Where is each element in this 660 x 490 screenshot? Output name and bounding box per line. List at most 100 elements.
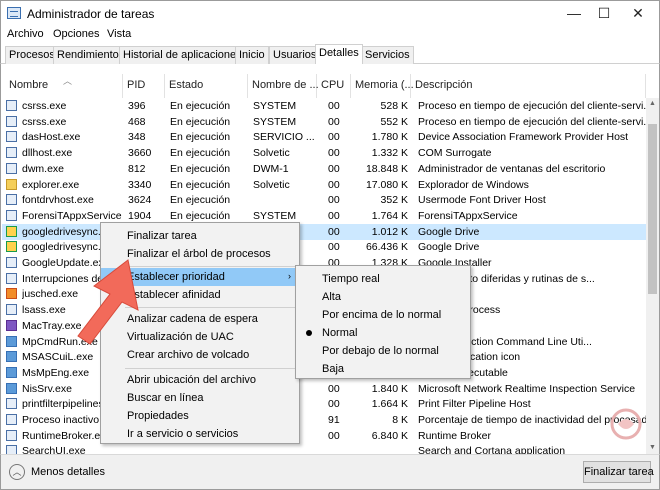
cell-user: SYSTEM xyxy=(253,100,297,112)
cell-pid: 812 xyxy=(128,162,146,175)
priority-submenu: Tiempo real Alta Por encima de lo normal… xyxy=(295,265,471,379)
scroll-up-icon[interactable]: ▲ xyxy=(646,98,659,110)
title-bar: Administrador de tareas — ☐ ✕ xyxy=(0,0,660,26)
process-icon xyxy=(6,304,17,316)
cell-mem: 17.080 K xyxy=(365,178,408,191)
cell-desc: COM Surrogate xyxy=(418,147,492,160)
process-icon xyxy=(6,335,17,347)
column-label: Memoria (... xyxy=(355,79,414,91)
cell-name: csrss.exe xyxy=(22,100,67,112)
process-icon xyxy=(6,241,17,253)
table-row[interactable]: csrss.exe 396 En ejecución SYSTEM 00 528 K Pro… xyxy=(2,98,647,114)
cell-desc: ForensiTAppxService xyxy=(418,209,518,222)
table-row[interactable]: csrss.exe 468 En ejecución SYSTEM 00 552 K Pro… xyxy=(2,114,647,130)
tab-inicio[interactable]: Inicio xyxy=(235,46,269,64)
menu-item-crear-volcado[interactable]: Crear archivo de volcado xyxy=(101,346,299,364)
table-row[interactable]: printfilterpipelines 00 1.664 K Print Filte… xyxy=(2,396,647,412)
tab-servicios[interactable]: Servicios xyxy=(361,46,414,64)
cell-cpu: 00 xyxy=(328,398,340,411)
cell-user: Solvetic xyxy=(253,147,290,160)
priority-alta[interactable]: Alta xyxy=(296,288,470,306)
cell-mem: 1.332 K xyxy=(371,147,408,160)
priority-normal[interactable]: Normal xyxy=(296,324,470,342)
priority-tiempo-real[interactable]: Tiempo real xyxy=(296,270,470,288)
tab-detalles[interactable]: Detalles xyxy=(315,44,363,64)
maximize-button[interactable]: ☐ xyxy=(589,3,619,23)
menu-item-buscar-linea[interactable]: Buscar en línea xyxy=(101,389,299,407)
process-icon xyxy=(6,429,17,441)
process-icon xyxy=(6,414,17,425)
table-row[interactable]: Proceso inactivo c 91 8 K Porcentaje de tie… xyxy=(2,412,647,428)
cell-cpu: 00 xyxy=(328,178,340,191)
cell-mem: 1.012 K xyxy=(371,225,408,238)
menu-bar: Archivo Opciones Vista xyxy=(0,26,660,44)
column-descripcion[interactable]: Descripción xyxy=(411,74,646,98)
vertical-scrollbar[interactable]: ▲ ▼ xyxy=(646,98,659,454)
logo-watermark-icon xyxy=(610,408,642,440)
tab-procesos[interactable]: Procesos xyxy=(5,46,59,64)
tab-rendimiento[interactable]: Rendimiento xyxy=(53,46,123,64)
process-icon xyxy=(6,319,17,331)
cell-user: SYSTEM xyxy=(253,209,297,222)
submenu-arrow-icon: › xyxy=(288,271,291,281)
table-row[interactable]: dwm.exe 812 En ejecución DWM-1 00 18.848 K Adm… xyxy=(2,161,647,177)
cell-desc: Proceso en tiempo de ejecución del clien… xyxy=(418,115,646,128)
table-row[interactable]: googledrivesync.e... 00 66.436 K Google Dri… xyxy=(2,239,647,255)
less-details-link[interactable]: Menos detalles xyxy=(31,466,105,478)
column-label: Estado xyxy=(169,79,204,91)
priority-baja[interactable]: Baja xyxy=(296,360,470,378)
cell-cpu: 00 xyxy=(328,241,340,254)
column-nombre[interactable]: ︿ Nombre xyxy=(5,74,123,98)
table-row[interactable]: explorer.exe 3340 En ejecución Solvetic 00 17… xyxy=(2,177,647,193)
cell-pid: 3340 xyxy=(128,178,152,191)
cell-cpu: 00 xyxy=(328,382,340,395)
menu-item-abrir-ubicacion[interactable]: Abrir ubicación del archivo xyxy=(101,371,299,389)
process-icon xyxy=(6,398,17,410)
cell-cpu: 00 xyxy=(328,429,340,442)
column-memoria[interactable]: Memoria (... xyxy=(351,74,414,98)
table-row[interactable]: RuntimeBroker.exe 00 6.840 K Runtime Broker xyxy=(2,428,647,444)
column-usuario[interactable]: Nombre de ... xyxy=(248,74,319,98)
priority-encima-normal[interactable]: Por encima de lo normal xyxy=(296,306,470,324)
table-row[interactable]: dllhost.exe 3660 En ejecución Solvetic 00 1.3… xyxy=(2,145,647,161)
menu-item-label: Establecer prioridad xyxy=(127,271,225,283)
end-task-button[interactable]: Finalizar tarea xyxy=(583,461,654,483)
table-row[interactable]: SearchUI.exe Search and Cortana applicati… xyxy=(2,443,647,454)
cell-desc: Administrador de ventanas del escritorio xyxy=(418,162,606,175)
table-row[interactable]: dasHost.exe 348 En ejecución SERVICIO ... 00… xyxy=(2,129,647,145)
process-icon xyxy=(6,257,17,268)
minimize-button[interactable]: — xyxy=(559,3,589,23)
process-icon xyxy=(6,194,17,206)
callout-arrow-icon xyxy=(77,259,139,345)
table-row[interactable]: NisSrv.exe 00 1.840 K Microsoft Network Rea… xyxy=(2,381,647,397)
process-icon xyxy=(6,115,17,127)
menu-archivo[interactable]: Archivo xyxy=(7,28,44,40)
cell-name: dllhost.exe xyxy=(22,147,73,160)
column-estado[interactable]: Estado xyxy=(165,74,248,98)
table-row[interactable]: ForensiTAppxService... 1904 En ejecución SY… xyxy=(2,208,647,224)
column-label: Descripción xyxy=(415,79,473,91)
tab-usuarios[interactable]: Usuarios xyxy=(269,46,321,64)
process-icon xyxy=(6,351,17,363)
column-cpu[interactable]: CPU xyxy=(317,74,351,98)
cell-mem: 8 K xyxy=(392,414,408,426)
close-button[interactable]: ✕ xyxy=(623,3,653,23)
cell-mem: 18.848 K xyxy=(365,162,408,175)
column-label: PID xyxy=(127,79,146,91)
process-icon xyxy=(6,288,17,300)
menu-item-propiedades[interactable]: Propiedades xyxy=(101,407,299,425)
menu-item-finalizar-tarea[interactable]: Finalizar tarea xyxy=(101,227,299,245)
priority-debajo-normal[interactable]: Por debajo de lo normal xyxy=(296,342,470,360)
table-row[interactable]: fontdrvhost.exe 3624 En ejecución 00 352 K Us… xyxy=(2,192,647,208)
menu-opciones[interactable]: Opciones xyxy=(53,28,99,40)
column-pid[interactable]: PID xyxy=(123,74,165,98)
scroll-thumb[interactable] xyxy=(648,124,657,294)
menu-item-ir-servicio[interactable]: Ir a servicio o servicios xyxy=(101,425,299,443)
window-title: Administrador de tareas xyxy=(27,7,155,21)
tab-historial[interactable]: Historial de aplicaciones xyxy=(119,46,246,64)
collapse-icon[interactable]: ︿ xyxy=(9,464,25,480)
table-row[interactable]: googledrivesync.e... 00 1.012 K Google Driv… xyxy=(2,223,647,240)
menu-vista[interactable]: Vista xyxy=(107,28,131,40)
process-icon xyxy=(6,366,17,378)
process-icon xyxy=(6,382,17,394)
